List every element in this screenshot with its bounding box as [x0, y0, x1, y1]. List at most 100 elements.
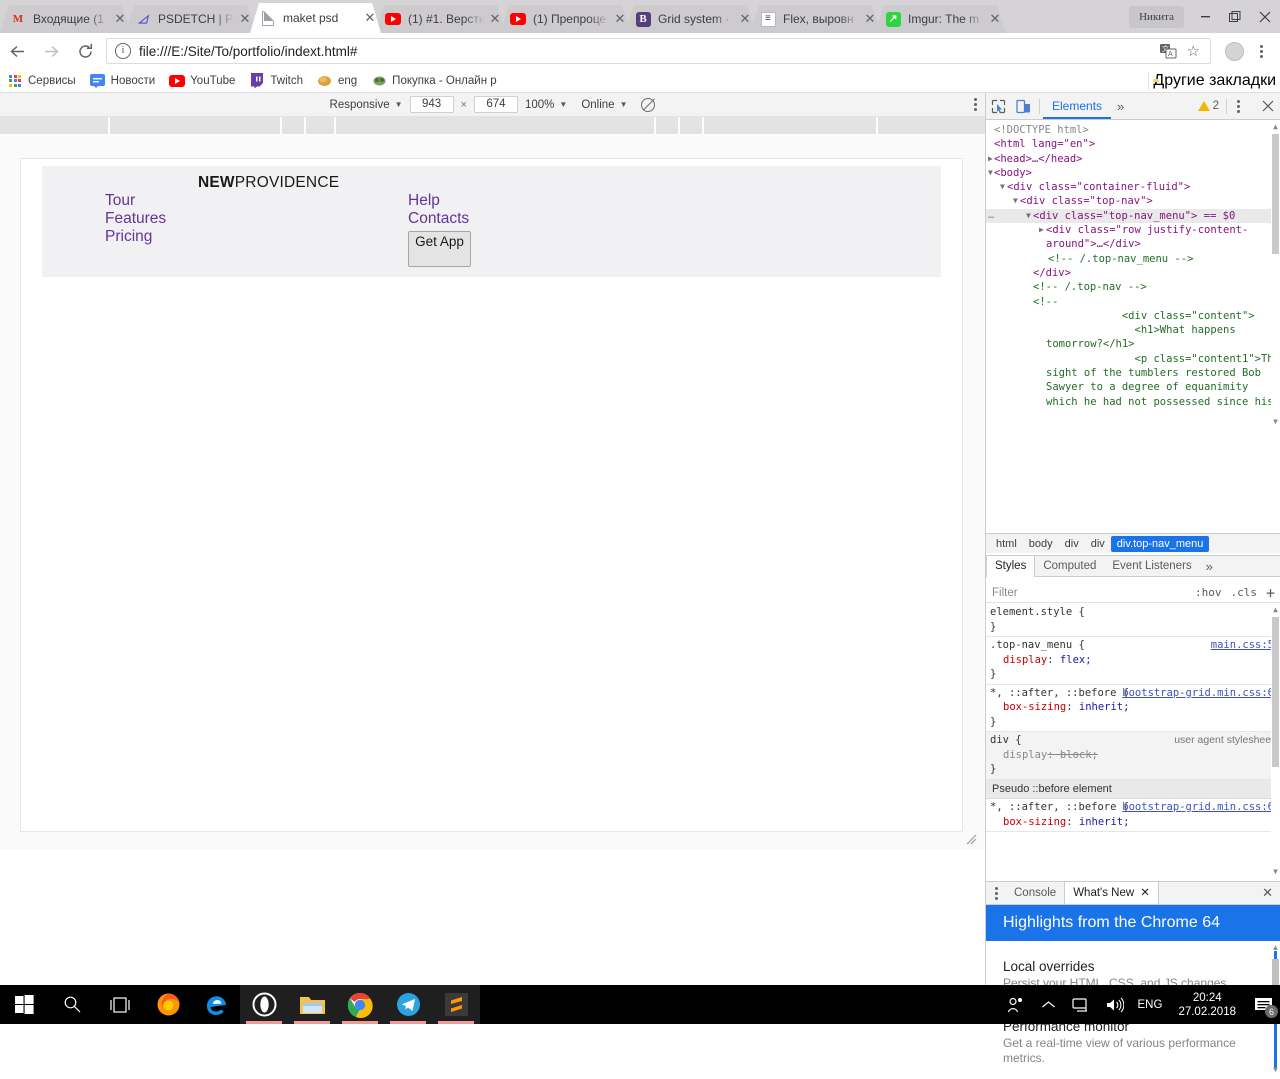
language-indicator[interactable]: ENG	[1132, 999, 1169, 1011]
css-rule-user-agent[interactable]: div { user agent stylesheet display: blo…	[986, 732, 1280, 780]
scroll-down-arrow-icon[interactable]: ▼	[1271, 866, 1280, 877]
chevron-double-right-icon[interactable]: »	[1200, 559, 1219, 574]
styles-rules-list[interactable]: element.style { } .top-nav_menu { main.c…	[986, 604, 1280, 881]
tab-event-listeners[interactable]: Event Listeners	[1104, 556, 1199, 577]
profile-name-chip[interactable]: Никита	[1129, 6, 1184, 28]
tab-close-icon[interactable]: ✕	[861, 11, 879, 27]
viewport-corner-resize-handle[interactable]	[966, 832, 977, 843]
browser-tab[interactable]: ◿ PSDETCH | PS ✕	[125, 5, 256, 33]
scroll-down-arrow-icon[interactable]: ▼	[1271, 1064, 1280, 1075]
css-value[interactable]: inherit;	[1079, 816, 1130, 828]
dom-line[interactable]: </div>	[986, 266, 1280, 280]
address-bar[interactable]: i file:///E:/Site/To/portfolio/indext.ht…	[106, 38, 1211, 64]
css-source-link[interactable]: bootstrap-grid.min.css:6	[1122, 800, 1274, 815]
css-property[interactable]: display	[990, 748, 1047, 763]
breadcrumb-div[interactable]: div	[1059, 536, 1085, 552]
css-value[interactable]: block;	[1060, 749, 1098, 761]
css-value[interactable]: flex;	[1060, 654, 1092, 666]
hov-toggle[interactable]: :hov	[1195, 586, 1222, 599]
tab-close-icon[interactable]: ✕	[736, 11, 754, 27]
tab-close-icon[interactable]: ✕	[236, 11, 254, 27]
tab-elements[interactable]: Elements	[1043, 93, 1111, 119]
edge-icon[interactable]	[192, 985, 240, 1024]
kebab-menu-icon[interactable]	[1250, 45, 1272, 58]
breadcrumb-html[interactable]: html	[990, 536, 1023, 552]
css-property[interactable]: box-sizing	[990, 700, 1066, 715]
firefox-icon[interactable]	[144, 985, 192, 1024]
css-rule[interactable]: *, ::after, ::before { bootstrap-grid.mi…	[986, 685, 1280, 733]
nav-link-tour[interactable]: Tour	[105, 192, 166, 210]
info-circle-icon[interactable]: i	[115, 43, 131, 59]
windows-start-icon[interactable]	[0, 985, 48, 1024]
browser-tab[interactable]: ↗ Imgur: The m ✕	[875, 5, 1006, 33]
reload-icon[interactable]	[68, 34, 102, 68]
nav-link-pricing[interactable]: Pricing	[105, 228, 166, 246]
dom-line[interactable]: <!DOCTYPE html>	[986, 123, 1280, 137]
css-property[interactable]: display	[990, 653, 1047, 668]
minimize-icon[interactable]	[1190, 0, 1220, 33]
telegram-icon[interactable]	[384, 985, 432, 1024]
browser-tab[interactable]: (1) Препроце ✕	[500, 5, 631, 33]
dom-line[interactable]: ▼<body>	[986, 166, 1280, 180]
css-property[interactable]: box-sizing	[990, 815, 1066, 830]
collapse-arrow-icon[interactable]: ▼	[1013, 194, 1018, 208]
opera-icon[interactable]	[240, 985, 288, 1024]
close-icon[interactable]	[1250, 0, 1280, 33]
tab-whats-new[interactable]: What's New ✕	[1064, 882, 1159, 904]
other-bookmarks-button[interactable]: Другие закладки	[1148, 72, 1276, 90]
forward-arrow-icon[interactable]	[34, 34, 68, 68]
bookmark-item[interactable]: YouTube	[162, 70, 242, 92]
css-source-link[interactable]: bootstrap-grid.min.css:6	[1122, 686, 1274, 701]
browser-tab[interactable]: M Входящие (1 ✕	[0, 5, 131, 33]
browser-tab[interactable]: (1) #1. Верстк ✕	[375, 5, 506, 33]
dom-line[interactable]: ▶<head>…</head>	[986, 152, 1280, 166]
breadcrumb-selected[interactable]: div.top-nav_menu	[1111, 536, 1210, 552]
css-rule[interactable]: .top-nav_menu { main.css:5 display: flex…	[986, 637, 1280, 685]
kebab-menu-icon[interactable]	[974, 98, 977, 111]
expand-arrow-icon[interactable]: ▶	[988, 152, 993, 166]
clock[interactable]: 20:24 27.02.2018	[1168, 991, 1246, 1019]
task-view-icon[interactable]	[96, 985, 144, 1024]
tab-console[interactable]: Console	[1006, 882, 1064, 904]
zoom-selector[interactable]: 100% ▼	[518, 93, 574, 117]
viewport-resize-handle[interactable]	[21, 831, 963, 832]
cls-toggle[interactable]: .cls	[1230, 586, 1257, 599]
scroll-down-arrow-icon[interactable]: ▼	[1271, 416, 1280, 427]
inspect-element-icon[interactable]	[986, 93, 1011, 119]
css-rule-pseudo[interactable]: *, ::after, ::before { bootstrap-grid.mi…	[986, 799, 1280, 832]
network-icon[interactable]	[1064, 997, 1098, 1013]
no-throttling-icon[interactable]	[634, 93, 662, 117]
css-rule[interactable]: element.style { }	[986, 604, 1280, 637]
plus-icon[interactable]: +	[1266, 584, 1275, 602]
browser-tab[interactable]: ≡ Flex, выровн ✕	[750, 5, 881, 33]
restore-icon[interactable]	[1220, 0, 1250, 33]
bookmark-item[interactable]: Сервисы	[0, 70, 83, 92]
breadcrumb-body[interactable]: body	[1023, 536, 1059, 552]
tab-close-icon[interactable]: ✕	[361, 10, 379, 26]
scroll-up-arrow-icon[interactable]: ▲	[1271, 604, 1280, 615]
viewport-width-input[interactable]: 943	[410, 96, 454, 113]
action-center-icon[interactable]: 6	[1246, 985, 1280, 1024]
css-value[interactable]: inherit;	[1079, 701, 1130, 713]
profile-avatar-icon[interactable]	[1225, 42, 1244, 61]
tab-close-icon[interactable]: ✕	[111, 11, 129, 27]
dom-tree[interactable]: <!DOCTYPE html> <html lang="en"> ▶<head>…	[986, 120, 1280, 430]
network-throttling-selector[interactable]: Online ▼	[574, 93, 634, 117]
close-icon[interactable]	[1255, 93, 1280, 119]
expand-arrow-icon[interactable]: ▶	[1039, 223, 1044, 237]
dom-line[interactable]: ▼<div class="container-fluid">	[986, 180, 1280, 194]
kebab-menu-icon[interactable]	[1230, 93, 1255, 119]
tab-close-icon[interactable]: ✕	[486, 11, 504, 27]
tab-close-icon[interactable]: ✕	[1140, 882, 1150, 904]
nav-link-help[interactable]: Help	[408, 192, 469, 210]
dom-line[interactable]: <html lang="en">	[986, 137, 1280, 151]
get-app-button[interactable]: Get App	[408, 231, 471, 267]
tab-close-icon[interactable]: ✕	[611, 11, 629, 27]
tab-styles[interactable]: Styles	[986, 556, 1035, 577]
chrome-icon[interactable]	[336, 985, 384, 1024]
scroll-up-arrow-icon[interactable]: ▲	[1271, 942, 1280, 953]
dom-line-selected[interactable]: …▼<div class="top-nav_menu"> == $0	[986, 209, 1280, 223]
tab-computed[interactable]: Computed	[1035, 556, 1104, 577]
bookmark-item[interactable]: Покупка - Онлайн р	[364, 70, 503, 92]
dom-line[interactable]: ▶<div class="row justify-content-around"…	[986, 223, 1280, 252]
